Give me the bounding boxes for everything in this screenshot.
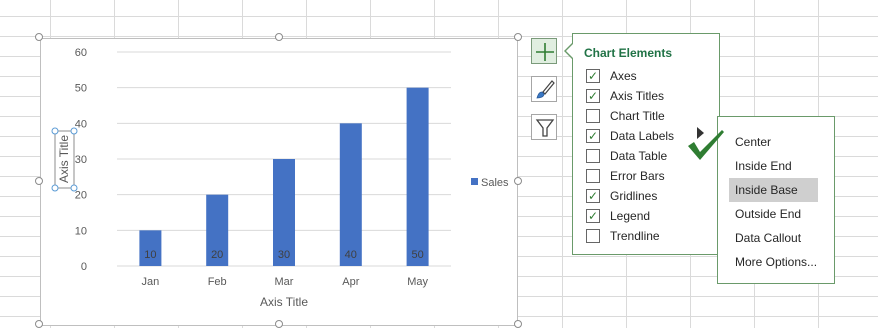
submenu-item-more-options[interactable]: More Options... <box>729 250 818 274</box>
data-label: 50 <box>411 249 423 261</box>
checkmark-icon: ✓ <box>588 209 599 223</box>
y-axis-title-handle <box>70 184 78 192</box>
resize-handle-bottom-middle[interactable] <box>275 320 283 328</box>
y-axis-title: Axis Title <box>57 135 71 183</box>
checkbox[interactable] <box>586 149 600 163</box>
legend-swatch <box>471 178 478 185</box>
data-label: 20 <box>211 249 223 261</box>
x-tick-label: Apr <box>342 276 359 288</box>
submenu-item-inside-base[interactable]: Inside Base <box>729 178 818 202</box>
submenu-item-inside-end[interactable]: Inside End <box>729 154 818 178</box>
chart-elements-list: ✓ Axes ✓ Axis Titles Chart Title ✓ Data Labels… <box>585 66 674 246</box>
chart-element-label: Data Table <box>610 149 668 163</box>
chart-area[interactable]: 0 10 20 30 40 50 60 10 Jan 20 Feb 30 Mar 40 Apr 50 May Ax… <box>40 38 518 326</box>
x-tick-label: Jan <box>142 276 160 288</box>
submenu-item-data-callout[interactable]: Data Callout <box>729 226 818 250</box>
data-labels-options: Center Inside End Inside Base Outside End Da… <box>729 130 818 274</box>
x-tick-label: Feb <box>208 276 227 288</box>
chart-element-label: Axes <box>610 69 637 83</box>
resize-handle-middle-right[interactable] <box>514 177 522 185</box>
data-label: 30 <box>278 249 290 261</box>
y-tick-label: 50 <box>75 83 87 95</box>
chart-svg: 0 10 20 30 40 50 60 10 Jan 20 Feb 30 Mar 40 Apr 50 May Ax… <box>51 47 509 309</box>
resize-handle-top-left[interactable] <box>35 33 43 41</box>
y-tick-label: 40 <box>75 118 87 130</box>
chart-element-label: Chart Title <box>610 109 665 123</box>
paintbrush-icon <box>536 80 555 99</box>
resize-handle-bottom-right[interactable] <box>514 320 522 328</box>
chart-element-label: Error Bars <box>610 169 665 183</box>
checkbox[interactable]: ✓ <box>586 89 600 103</box>
x-tick-label: Mar <box>275 276 294 288</box>
checkmark-icon: ✓ <box>588 89 599 103</box>
chart-styles-button[interactable] <box>531 76 557 102</box>
resize-handle-bottom-left[interactable] <box>35 320 43 328</box>
panel-title: Chart Elements <box>584 46 673 60</box>
chart-element-label: Data Labels <box>610 129 675 143</box>
chart-element-data-table[interactable]: Data Table <box>585 146 674 166</box>
x-axis-title: Axis Title <box>260 295 308 309</box>
y-tick-label: 60 <box>75 47 87 59</box>
bar <box>406 87 429 266</box>
resize-handle-middle-left[interactable] <box>35 177 43 185</box>
chart-element-error-bars[interactable]: Error Bars <box>585 166 674 186</box>
chart-element-axes[interactable]: ✓ Axes <box>585 66 674 86</box>
submenu-item-center[interactable]: Center <box>729 130 818 154</box>
chart-element-gridlines[interactable]: ✓ Gridlines <box>585 186 674 206</box>
chart-elements-button[interactable] <box>531 38 557 64</box>
bar <box>339 123 362 266</box>
checkbox[interactable]: ✓ <box>586 129 600 143</box>
panel-pointer-inner <box>566 44 573 58</box>
y-tick-label: 30 <box>75 154 87 166</box>
checkmark-icon: ✓ <box>588 69 599 83</box>
submenu-item-outside-end[interactable]: Outside End <box>729 202 818 226</box>
filter-icon <box>535 119 555 137</box>
chart-element-trendline[interactable]: Trendline <box>585 226 674 246</box>
checkbox[interactable] <box>586 229 600 243</box>
y-tick-label: 10 <box>75 225 87 237</box>
chart-element-axis-titles[interactable]: ✓ Axis Titles <box>585 86 674 106</box>
checkbox[interactable] <box>586 109 600 123</box>
data-label: 40 <box>345 249 357 261</box>
checkbox[interactable] <box>586 169 600 183</box>
data-label: 10 <box>144 249 156 261</box>
resize-handle-top-right[interactable] <box>514 33 522 41</box>
y-tick-label: 20 <box>75 190 87 202</box>
chart-element-label: Legend <box>610 209 651 223</box>
legend-label: Sales <box>481 177 509 189</box>
checkbox[interactable]: ✓ <box>586 189 600 203</box>
data-labels-submenu: Center Inside End Inside Base Outside End Da… <box>717 116 835 284</box>
y-axis-title-handle <box>51 184 59 192</box>
chart-element-label: Trendline <box>610 229 660 243</box>
plus-icon <box>536 43 554 61</box>
chart-element-label: Gridlines <box>610 189 658 203</box>
chart-filters-button[interactable] <box>531 114 557 140</box>
checkbox[interactable]: ✓ <box>586 209 600 223</box>
y-tick-label: 0 <box>81 261 87 273</box>
chart-element-chart-title[interactable]: Chart Title <box>585 106 674 126</box>
checkbox[interactable]: ✓ <box>586 69 600 83</box>
y-axis-title-handle <box>51 127 59 135</box>
chart-element-data-labels[interactable]: ✓ Data Labels <box>585 126 674 146</box>
x-tick-label: May <box>407 276 428 288</box>
chart-element-label: Axis Titles <box>610 89 665 103</box>
chart-element-legend[interactable]: ✓ Legend <box>585 206 674 226</box>
resize-handle-top-middle[interactable] <box>275 33 283 41</box>
checkmark-icon: ✓ <box>588 189 599 203</box>
check-mark-icon <box>688 130 724 160</box>
checkmark-icon: ✓ <box>588 129 599 143</box>
y-axis-title-handle <box>70 127 78 135</box>
